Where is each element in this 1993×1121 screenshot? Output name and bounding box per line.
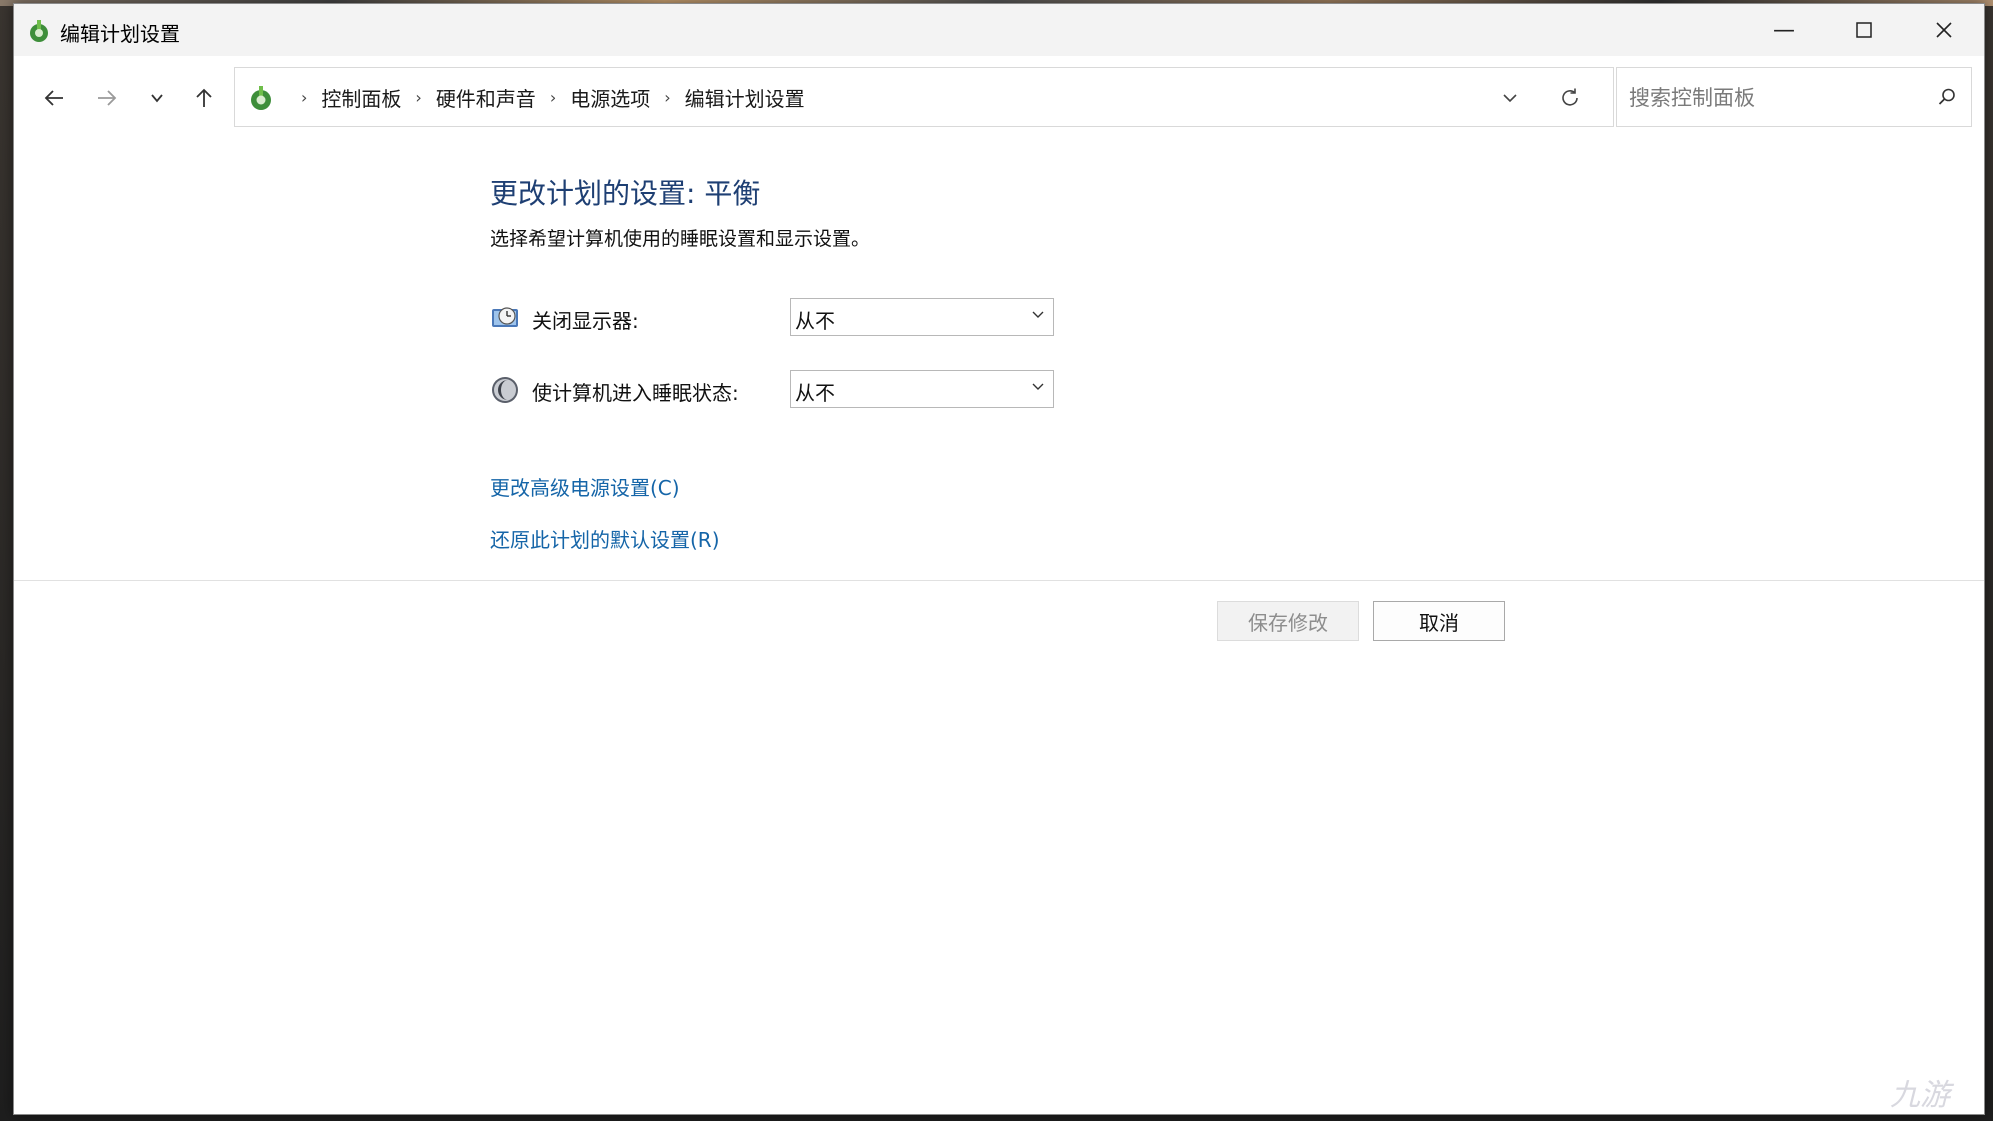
moon-icon [490, 375, 520, 405]
save-changes-button[interactable]: 保存修改 [1217, 601, 1359, 641]
breadcrumb-item-power-options[interactable]: 电源选项 [570, 83, 650, 112]
arrow-left-icon [44, 90, 63, 106]
breadcrumb-separator[interactable]: › [664, 88, 670, 107]
page-title: 更改计划的设置: 平衡 [490, 177, 761, 210]
minimize-icon: — [1773, 17, 1795, 43]
turn-off-display-select[interactable]: 从不 [790, 298, 1054, 336]
search-box[interactable] [1616, 67, 1972, 127]
breadcrumb-separator[interactable]: › [550, 88, 556, 107]
close-icon [1936, 22, 1952, 38]
footer-divider [14, 580, 1984, 581]
chevron-down-icon [1031, 307, 1045, 325]
turn-off-display-value: 从不 [795, 309, 835, 333]
window-title: 编辑计划设置 [60, 22, 180, 46]
setting-row-sleep: 使计算机进入睡眠状态: 从不 [490, 370, 1090, 410]
breadcrumb-separator[interactable]: › [415, 88, 421, 107]
site-watermark: 九游 [1890, 1078, 1950, 1113]
address-history-button[interactable] [1490, 78, 1530, 118]
navigation-bar: › 控制面板 › 硬件和声音 › 电源选项 › 编辑计划设置 [14, 56, 1984, 140]
page-subtitle: 选择希望计算机使用的睡眠设置和显示设置。 [490, 228, 871, 250]
breadcrumb: › 控制面板 › 硬件和声音 › 电源选项 › 编辑计划设置 [287, 68, 805, 126]
chevron-down-icon [151, 94, 163, 103]
address-bar[interactable]: › 控制面板 › 硬件和声音 › 电源选项 › 编辑计划设置 [234, 67, 1614, 127]
chevron-down-icon [1031, 379, 1045, 397]
restore-defaults-link[interactable]: 还原此计划的默认设置(R) [490, 524, 720, 553]
arrow-right-icon [98, 90, 117, 106]
turn-off-display-label: 关闭显示器: [532, 309, 639, 333]
search-input[interactable] [1627, 80, 1921, 116]
monitor-clock-icon [490, 303, 520, 333]
control-panel-icon [247, 84, 275, 112]
power-options-icon [26, 18, 52, 44]
cancel-button[interactable]: 取消 [1373, 601, 1505, 641]
advanced-power-settings-link[interactable]: 更改高级电源设置(C) [490, 472, 680, 501]
breadcrumb-separator: › [301, 87, 308, 107]
refresh-button[interactable] [1550, 78, 1590, 118]
sleep-select[interactable]: 从不 [790, 370, 1054, 408]
breadcrumb-item-edit-plan[interactable]: 编辑计划设置 [685, 83, 805, 112]
control-panel-window: 编辑计划设置 — › 控制面板 › 硬件和声音 › 电源选项 › 编辑计划设置 … [13, 3, 1985, 1115]
title-bar[interactable]: 编辑计划设置 — [14, 4, 1984, 56]
setting-row-turn-off-display: 关闭显示器: 从不 [490, 298, 1090, 338]
breadcrumb-item-hardware-sound[interactable]: 硬件和声音 [436, 83, 536, 112]
sleep-label: 使计算机进入睡眠状态: [532, 381, 739, 405]
recent-locations-button[interactable] [137, 78, 177, 118]
close-button[interactable] [1904, 4, 1984, 56]
main-content: 更改计划的设置: 平衡 选择希望计算机使用的睡眠设置和显示设置。 关闭显示器: … [14, 140, 1984, 580]
arrow-up-icon [196, 88, 212, 107]
up-button[interactable] [184, 78, 224, 118]
back-button[interactable] [34, 78, 74, 118]
chevron-down-icon [1503, 94, 1517, 103]
maximize-icon [1856, 22, 1872, 38]
breadcrumb-item-control-panel[interactable]: 控制面板 [321, 83, 401, 112]
search-icon[interactable] [1933, 83, 1961, 111]
forward-button[interactable] [87, 78, 127, 118]
minimize-button[interactable]: — [1744, 4, 1824, 56]
refresh-icon [1562, 88, 1578, 106]
sleep-value: 从不 [795, 381, 835, 405]
maximize-button[interactable] [1824, 4, 1904, 56]
